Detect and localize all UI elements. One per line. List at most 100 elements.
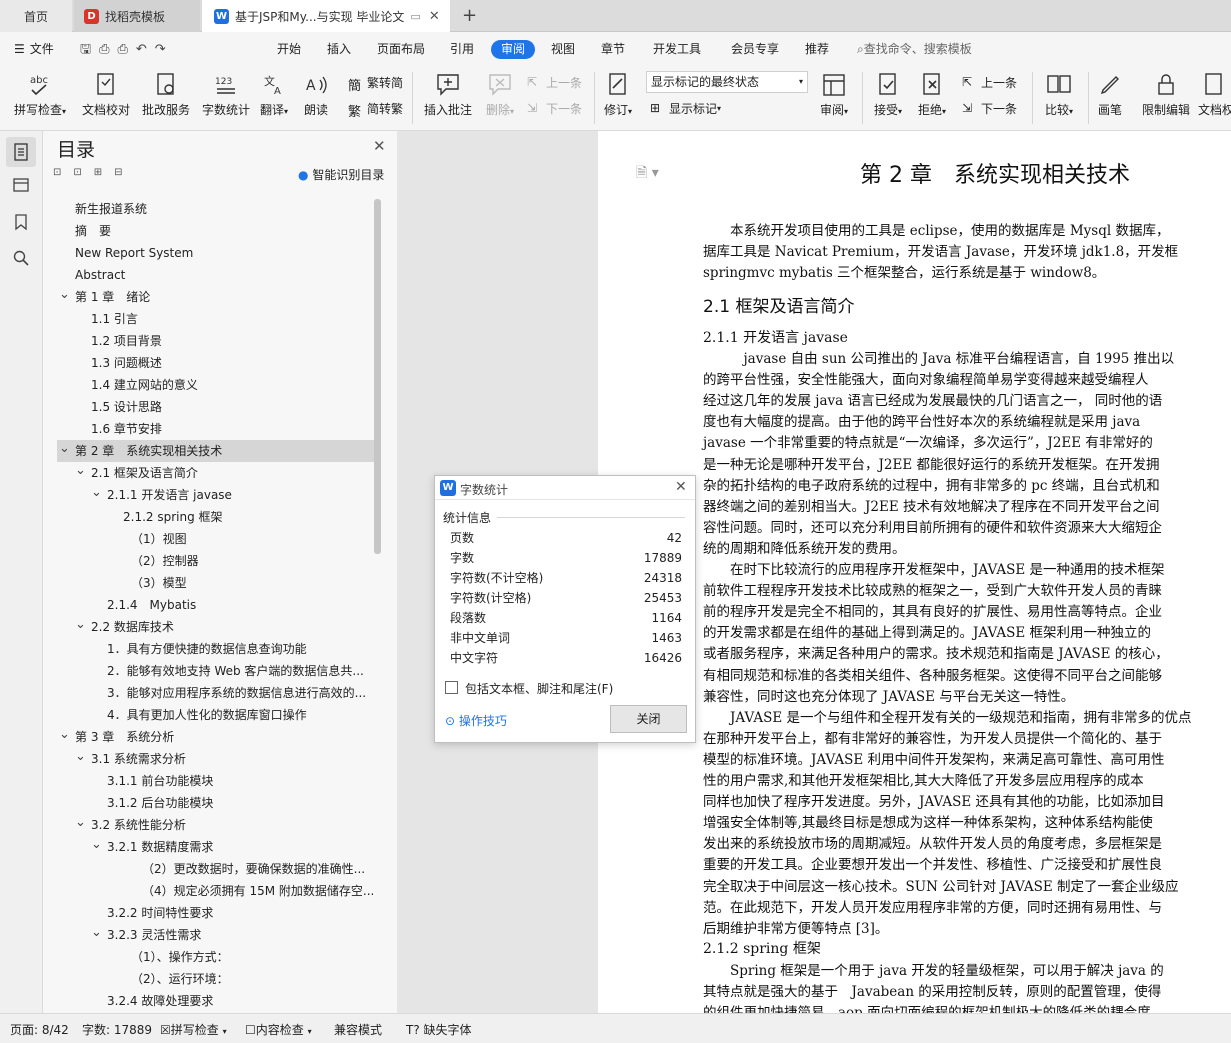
doc-check-button[interactable]: 文档校对 xyxy=(78,72,134,118)
markup-mode-select[interactable]: 显示标记的最终状态 ▾ xyxy=(646,71,808,93)
word-count-button[interactable]: 123 字数统计 xyxy=(198,72,254,118)
toc-item[interactable]: （4）规定必须拥有 15M 附加数据储存空... xyxy=(142,880,373,902)
word-count-indicator[interactable]: 字数: 17889 xyxy=(82,1021,152,1038)
prev-comment-button[interactable]: ⇱ 上一条 xyxy=(527,74,582,91)
toc-item[interactable]: （1）视图 xyxy=(131,528,373,550)
collapse-caret-icon[interactable]: ⌄ xyxy=(75,749,86,764)
prev-change-button[interactable]: ⇱ 上一条 xyxy=(962,74,1017,91)
missing-font-status[interactable]: T? 缺失字体 xyxy=(406,1021,472,1038)
menu-member[interactable]: 会员专享 xyxy=(731,40,779,57)
toc-item[interactable]: 2．能够有效地支持 Web 客户端的数据信息共... xyxy=(107,660,373,682)
accept-button[interactable]: 接受▾ xyxy=(868,72,908,118)
toc-item[interactable]: 3.2 系统性能分析 xyxy=(91,814,373,836)
toc-item[interactable]: 1.3 问题概述 xyxy=(91,352,373,374)
toc-item[interactable]: 3.2.4 故障处理要求 xyxy=(107,990,373,1012)
pen-button[interactable]: 画笔 xyxy=(1092,72,1128,118)
doc-permission-button[interactable]: 文档权 xyxy=(1198,72,1231,118)
toc-item[interactable]: 2.1 框架及语言简介 xyxy=(91,462,373,484)
compare-button[interactable]: 比较▾ xyxy=(1038,72,1080,118)
toc-item[interactable]: 2.1.2 spring 框架 xyxy=(123,506,373,528)
toc-item[interactable]: 第 1 章 绪论 xyxy=(75,286,373,308)
toc-item[interactable]: 1.1 引言 xyxy=(91,308,373,330)
menu-review-active[interactable]: 审阅 xyxy=(491,40,535,59)
toc-item[interactable]: 3.1.1 前台功能模块 xyxy=(107,770,373,792)
include-textbox-checkbox[interactable] xyxy=(445,681,458,694)
toc-item[interactable]: （2）控制器 xyxy=(131,550,373,572)
paragraph-marker-icon[interactable]: 🗎 ▾ xyxy=(636,162,659,186)
toc-item[interactable]: New Report System xyxy=(75,242,373,264)
toc-item[interactable]: 2.1.4 Mybatis xyxy=(107,594,373,616)
toc-item[interactable]: 新生报道系统 xyxy=(75,198,373,220)
tab-home[interactable]: 首页 xyxy=(0,0,72,32)
menu-reference[interactable]: 引用 xyxy=(450,40,474,57)
next-change-button[interactable]: ⇲ 下一条 xyxy=(962,100,1017,117)
restrict-edit-button[interactable]: 限制编辑 xyxy=(1138,72,1194,118)
show-markup-button[interactable]: ⊞ 显示标记 ▾ xyxy=(650,100,721,117)
next-comment-button[interactable]: ⇲ 下一条 xyxy=(527,100,582,117)
toc-item[interactable]: 4．具有更加人性化的数据库窗口操作 xyxy=(107,704,373,726)
toc-item[interactable]: 第 3 章 系统分析 xyxy=(75,726,373,748)
menu-chapter[interactable]: 章节 xyxy=(601,40,625,57)
menu-view[interactable]: 视图 xyxy=(551,40,575,57)
close-button[interactable]: 关闭 xyxy=(610,705,687,733)
toc-item[interactable]: Abstract xyxy=(75,264,373,286)
toc-panel-toggle[interactable] xyxy=(6,137,36,167)
page-indicator[interactable]: 页面: 8/42 xyxy=(10,1021,69,1038)
toc-item[interactable]: 2.2 数据库技术 xyxy=(91,616,373,638)
toc-expand-collapse-icons[interactable]: ⊡⊡⊞⊟ xyxy=(53,167,135,178)
toc-item[interactable]: 3.2.1 数据精度需求 xyxy=(107,836,373,858)
collapse-caret-icon[interactable]: ⌄ xyxy=(91,485,102,500)
bookmark-icon[interactable] xyxy=(12,213,30,231)
toc-item[interactable]: 3.1.2 后台功能模块 xyxy=(107,792,373,814)
new-tab-icon[interactable]: + xyxy=(462,5,477,26)
close-panel-icon[interactable]: ✕ xyxy=(373,137,386,155)
review-pane-button[interactable]: 审阅▾ xyxy=(814,72,854,118)
toc-item[interactable]: 1.2 项目背景 xyxy=(91,330,373,352)
menu-recommend[interactable]: 推荐 xyxy=(805,40,829,57)
toc-item[interactable]: 1.6 章节安排 xyxy=(91,418,373,440)
menu-developer[interactable]: 开发工具 xyxy=(653,40,701,57)
toc-item[interactable]: （2）更改数据时，要确保数据的准确性... xyxy=(142,858,373,880)
reject-button[interactable]: 拒绝▾ xyxy=(912,72,952,118)
translate-button[interactable]: 文A 翻译▾ xyxy=(254,72,294,118)
toc-item[interactable]: 第 2 章 系统实现相关技术 xyxy=(75,440,373,462)
tab-document[interactable]: W 基于JSP和My...与实现 毕业论文 ▭ ✕ xyxy=(202,0,450,32)
revise-button[interactable]: 修订▾ xyxy=(600,72,636,118)
toc-scrollbar[interactable] xyxy=(374,199,381,554)
tips-link[interactable]: ⊙ 操作技巧 xyxy=(445,712,507,729)
quick-access-icons[interactable]: 🖫⎙⎙↶↷ xyxy=(80,40,174,62)
toc-item[interactable]: 3．能够对应用程序系统的数据信息进行高效的... xyxy=(107,682,373,704)
search-icon[interactable] xyxy=(12,249,30,267)
menu-start[interactable]: 开始 xyxy=(277,40,301,57)
simp-to-trad-button[interactable]: 繁简转繁 xyxy=(348,100,403,120)
spellcheck-status[interactable]: ☒拼写检查 ▾ xyxy=(160,1021,227,1038)
collapse-caret-icon[interactable]: ⌄ xyxy=(75,617,86,632)
toc-item[interactable]: （3）模型 xyxy=(131,572,373,594)
read-aloud-button[interactable]: A 朗读 xyxy=(298,72,334,118)
tab-docer-templates[interactable]: D 找稻壳模板 xyxy=(74,0,200,32)
delete-comment-button[interactable]: 删除▾ xyxy=(480,72,520,118)
window-restore-icon[interactable]: ▭ xyxy=(410,10,420,23)
toc-item[interactable]: （2）、运行环境： xyxy=(131,968,373,990)
toc-item[interactable]: 摘 要 xyxy=(75,220,373,242)
toc-item[interactable]: 3.1 系统需求分析 xyxy=(91,748,373,770)
content-check-status[interactable]: ☐内容检查 ▾ xyxy=(245,1021,312,1038)
insert-comment-button[interactable]: 插入批注 xyxy=(420,72,476,118)
spellcheck-button[interactable]: abc 拼写检查▾ xyxy=(8,72,72,118)
annotate-service-button[interactable]: 批改服务 xyxy=(138,72,194,118)
collapse-caret-icon[interactable]: ⌄ xyxy=(59,287,70,302)
collapse-caret-icon[interactable]: ⌄ xyxy=(59,727,70,742)
menu-insert[interactable]: 插入 xyxy=(327,40,351,57)
trad-to-simp-button[interactable]: 簡繁转简 xyxy=(348,74,403,94)
collapse-caret-icon[interactable]: ⌄ xyxy=(91,837,102,852)
toc-item[interactable]: 2.1.1 开发语言 javase xyxy=(107,484,373,506)
close-icon[interactable]: ✕ xyxy=(675,479,687,495)
toc-item[interactable]: 1.5 设计思路 xyxy=(91,396,373,418)
menu-page-layout[interactable]: 页面布局 xyxy=(377,40,425,57)
menu-file[interactable]: ☰ 文件 xyxy=(14,40,54,57)
toc-item[interactable]: 1.4 建立网站的意义 xyxy=(91,374,373,396)
command-search[interactable]: ⌕查找命令、搜索模板 xyxy=(857,40,972,57)
outline-icon[interactable] xyxy=(12,176,30,194)
toc-item[interactable]: 3.2.2 时间特性要求 xyxy=(107,902,373,924)
collapse-caret-icon[interactable]: ⌄ xyxy=(75,463,86,478)
